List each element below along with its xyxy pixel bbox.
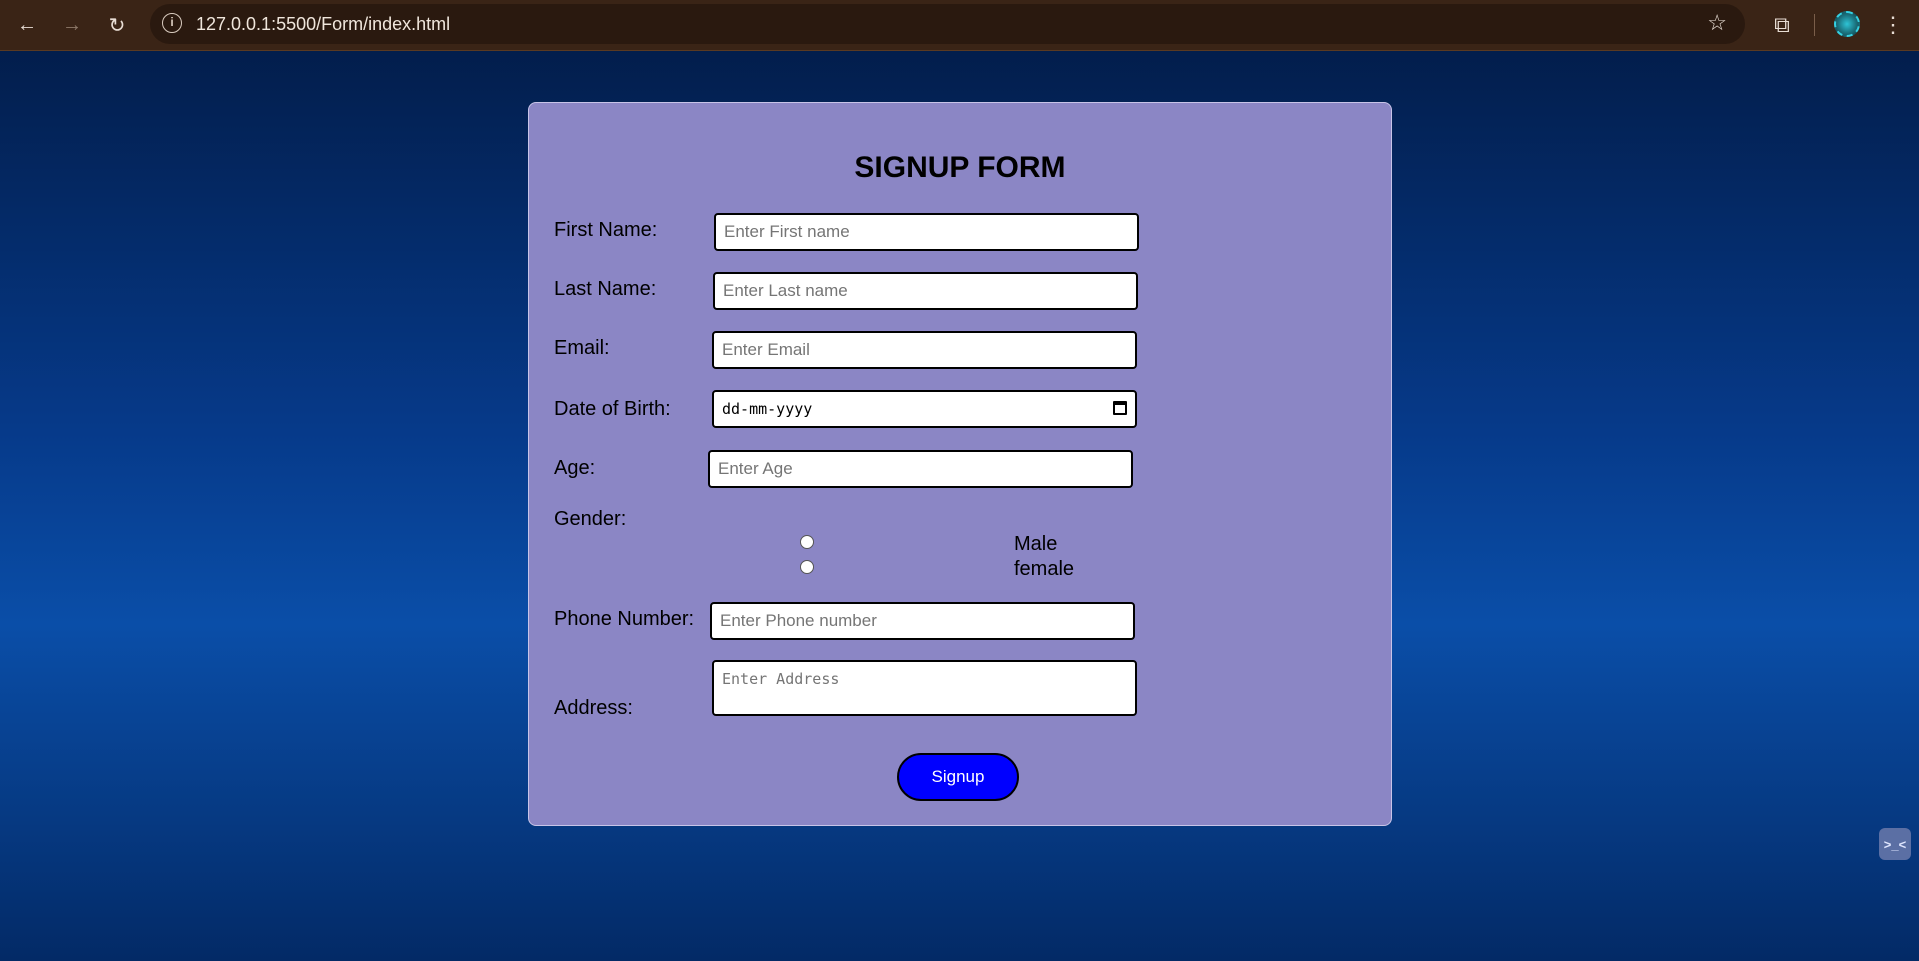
dob-label: Date of Birth: [554, 398, 671, 420]
toolbar-divider [1814, 14, 1815, 36]
forward-icon[interactable]: → [55, 9, 89, 41]
last-name-input[interactable] [713, 272, 1138, 310]
gender-male-label: Male [1014, 533, 1058, 555]
back-icon[interactable]: ← [10, 9, 44, 41]
phone-input[interactable] [710, 602, 1135, 640]
calendar-icon[interactable] [1113, 401, 1127, 415]
browser-toolbar: ← → ↻ i 127.0.0.1:5500/Form/index.html ☆… [0, 0, 1919, 51]
reload-icon[interactable]: ↻ [100, 9, 134, 41]
profile-avatar-icon[interactable] [1834, 11, 1860, 37]
signup-button[interactable]: Signup [897, 753, 1019, 801]
age-label: Age: [554, 457, 596, 479]
site-info-icon[interactable]: i [162, 13, 182, 33]
url-text[interactable]: 127.0.0.1:5500/Form/index.html [196, 14, 450, 35]
extensions-icon[interactable]: ⧉ [1766, 9, 1798, 41]
form-title: SIGNUP FORM [854, 151, 1066, 184]
gender-female-radio[interactable] [800, 560, 814, 574]
address-bar[interactable]: i 127.0.0.1:5500/Form/index.html ☆ [150, 4, 1745, 44]
email-label: Email: [554, 337, 610, 359]
phone-label: Phone Number: [554, 608, 695, 630]
bookmark-star-icon[interactable]: ☆ [1707, 10, 1727, 36]
address-label: Address: [554, 697, 633, 719]
age-input[interactable] [708, 450, 1133, 488]
email-input[interactable] [712, 331, 1137, 369]
floating-widget-icon[interactable]: >_< [1879, 828, 1911, 860]
gender-female-label: female [1014, 558, 1075, 580]
gender-male-radio[interactable] [800, 535, 814, 549]
first-name-label: First Name: [554, 219, 658, 241]
last-name-label: Last Name: [554, 278, 657, 300]
signup-form-card: SIGNUP FORM First Name: Last Name: Email… [528, 102, 1392, 826]
address-textarea[interactable] [712, 660, 1137, 716]
dob-date-input[interactable]: dd-mm-yyyy [712, 390, 1137, 428]
browser-menu-icon[interactable]: ⋮ [1878, 9, 1908, 41]
dob-value: dd-mm-yyyy [722, 400, 813, 418]
gender-label: Gender: [554, 508, 627, 530]
first-name-input[interactable] [714, 213, 1139, 251]
